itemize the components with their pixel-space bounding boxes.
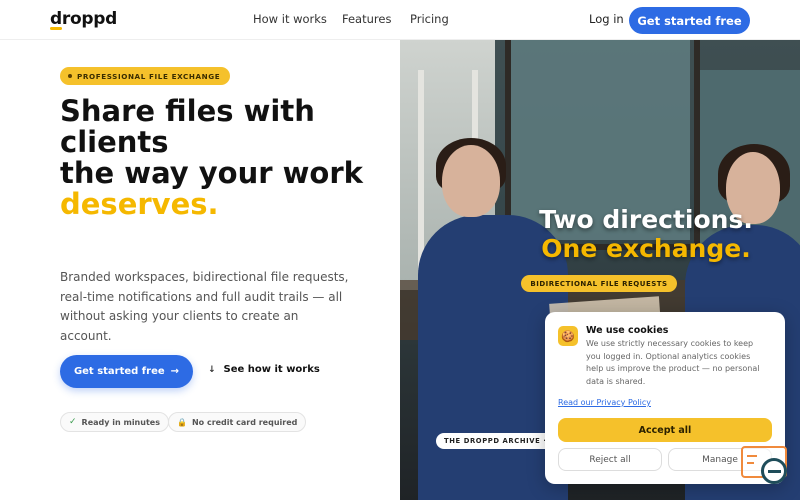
cookie-text: We use strictly necessary cookies to kee… (586, 339, 760, 386)
photo-pill: BIDIRECTIONAL FILE REQUESTS (521, 275, 677, 292)
headline-line-2: the way your work (60, 156, 363, 190)
badge-ready: ✓ Ready in minutes (60, 412, 169, 432)
arrow-right-icon: → (170, 366, 180, 377)
site-header: droppd How it works Features Pricing Log… (0, 0, 800, 40)
logo-underline (50, 27, 62, 30)
see-how-label: See how it works (223, 364, 320, 375)
person-left-face (442, 145, 500, 217)
see-how-it-works-link[interactable]: ↓ See how it works (208, 364, 320, 375)
pill-label: PROFESSIONAL FILE EXCHANGE (77, 71, 221, 81)
help-widget-icon[interactable] (741, 446, 789, 486)
accept-all-button[interactable]: Accept all (558, 418, 772, 442)
logo[interactable]: droppd (50, 9, 117, 29)
pill-dot-icon (68, 74, 72, 78)
hero-headline: Share files with clients the way your wo… (60, 96, 390, 220)
headline-accent: deserves. (60, 187, 219, 221)
nav-pricing[interactable]: Pricing (410, 12, 449, 26)
check-icon: ✓ (69, 417, 77, 427)
headline-line-1: Share files with clients (60, 94, 315, 159)
nav-features[interactable]: Features (342, 12, 391, 26)
get-started-label: Get started free (73, 366, 165, 377)
arrow-down-icon: ↓ (208, 364, 216, 375)
photo-title: Two directions. One exchange. (496, 205, 796, 263)
badge-no-card-label: No credit card required (191, 417, 298, 427)
get-started-button[interactable]: Get started free → (60, 355, 193, 388)
cookie-icon: 🍪 (558, 326, 578, 346)
nav-how-it-works[interactable]: How it works (253, 12, 327, 26)
badge-no-card: 🔒 No credit card required (168, 412, 307, 432)
hero-subtext: Branded workspaces, bidirectional file r… (60, 270, 349, 343)
category-pill: PROFESSIONAL FILE EXCHANGE (60, 67, 231, 85)
cookie-title: We use cookies (586, 325, 669, 336)
login-link[interactable]: Log in (589, 12, 624, 26)
lock-icon: 🔒 (177, 417, 187, 427)
badge-ready-label: Ready in minutes (81, 417, 160, 427)
reject-all-button[interactable]: Reject all (558, 448, 662, 471)
photo-title-line-2: One exchange. (541, 234, 751, 263)
get-started-header-button[interactable]: Get started free (629, 7, 750, 34)
privacy-policy-link[interactable]: Read our Privacy Policy (558, 398, 651, 407)
photo-title-line-1: Two directions. (539, 205, 753, 234)
